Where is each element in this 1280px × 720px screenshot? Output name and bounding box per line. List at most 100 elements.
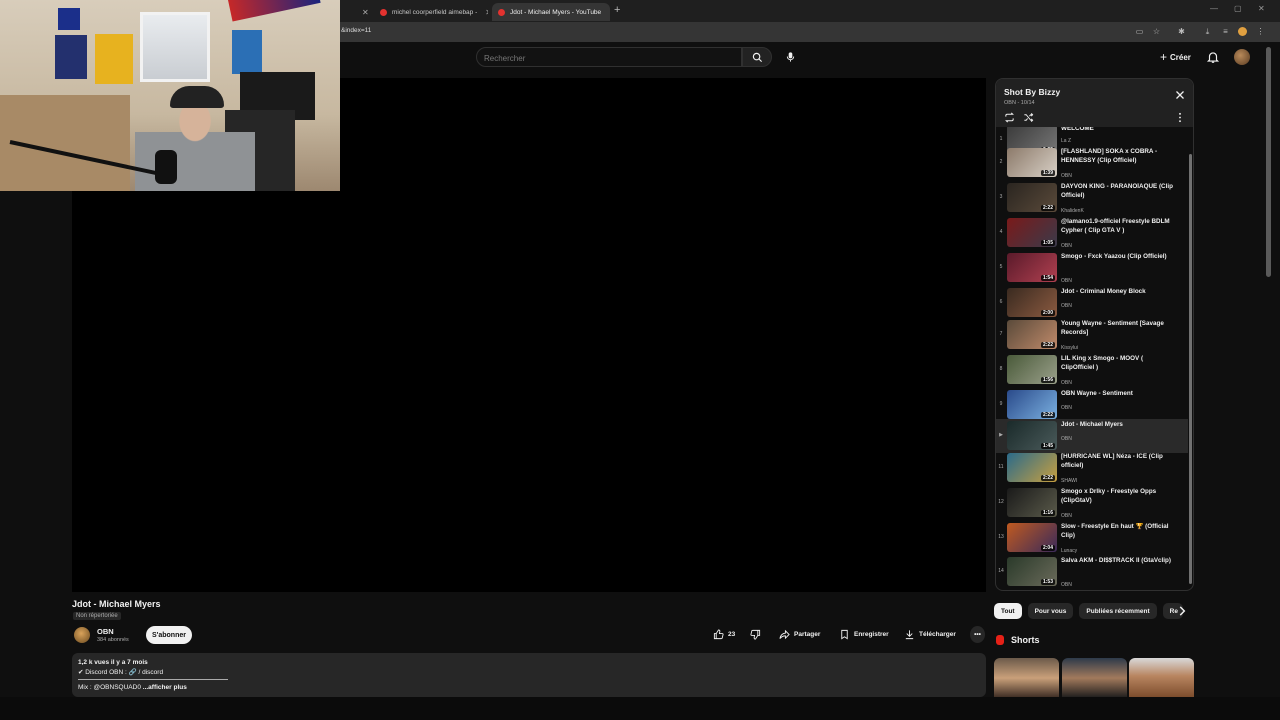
close-tab-icon[interactable]: ✕ (485, 8, 488, 17)
playlist-item-channel: OBN (1061, 436, 1072, 442)
playlist-item-channel: OBN (1061, 303, 1072, 309)
duration-badge: 2:22 (1040, 342, 1055, 348)
download-icon[interactable]: ⤓ (1203, 27, 1212, 36)
playlist-item[interactable]: 12 1:16 Smogo x Drlky - Freestyle Opps (Cl… (996, 486, 1188, 520)
playlist-item-thumbnail[interactable]: 2:04 (1007, 523, 1057, 552)
playlist-menu-icon[interactable] (1177, 112, 1183, 123)
playlist-item[interactable]: 11 2:22 [HURRICANE WL] Néza - ICE (Clip of… (996, 451, 1188, 485)
new-tab-icon[interactable]: + (614, 4, 620, 16)
playlist-item-index: 4 (999, 229, 1003, 235)
bookmark-star-icon[interactable]: ☆ (1152, 27, 1161, 36)
shorts-title: Shorts (1011, 635, 1040, 645)
thumbs-up-icon (713, 629, 724, 640)
playlist-scrollbar[interactable] (1189, 154, 1192, 584)
playlist-item-title: Young Wayne - Sentiment [Savage Records] (1061, 320, 1164, 336)
playlist-item-thumbnail[interactable]: 2:22 (1007, 183, 1057, 212)
playlist-item[interactable]: 14 1:53 Salva AKM - DI$$TRACK II (GtaVclip… (996, 555, 1188, 589)
playlist-item-index: 9 (999, 401, 1003, 407)
search-input[interactable] (477, 49, 741, 68)
playlist-item-title: Jdot - Michael Myers (1061, 421, 1123, 428)
close-tab-icon[interactable]: ✕ (609, 8, 610, 17)
playlist-item-thumbnail[interactable]: 1:54 (1007, 253, 1057, 282)
share-label: Partager (794, 631, 821, 638)
notifications-bell-icon[interactable] (1206, 50, 1220, 64)
short-thumbnail[interactable] (1062, 658, 1127, 698)
description-box[interactable]: 1,2 k vues il y a 7 mois ✔ Discord OBN :… (72, 653, 986, 697)
playlist-item-index: 3 (999, 194, 1003, 200)
playlist-item-thumbnail[interactable]: 1:45 (1007, 421, 1057, 450)
playlist-item-title: Slow - Freestyle En haut 🏆 (Official Cli… (1061, 523, 1169, 539)
create-button[interactable]: + Créer (1154, 48, 1197, 66)
share-icon (779, 629, 790, 640)
save-button[interactable]: Enregistrer (839, 626, 889, 643)
playlist-item-thumbnail[interactable]: 1:56 (1007, 355, 1057, 384)
playlist-item[interactable]: 9 2:22 OBN Wayne - Sentiment OBN (996, 388, 1188, 422)
dislike-button[interactable] (750, 626, 765, 643)
playlist-item[interactable]: 2 1:39 [FLASHLAND] SOKA x COBRA - HENNESSY… (996, 146, 1188, 180)
search-box (476, 47, 742, 68)
playlist-item[interactable]: 5 1:54 Smogo - Fxck Yaazou (Clip Officiel)… (996, 251, 1188, 285)
loop-icon[interactable] (1004, 112, 1015, 123)
playlist-item-thumbnail[interactable]: 1:53 (1007, 557, 1057, 586)
filter-chip[interactable]: Tout (994, 603, 1022, 619)
playlist-item-thumbnail[interactable]: 1:16 (1007, 488, 1057, 517)
playlist-item[interactable]: 8 1:56 LIL King x Smogo - MOOV ( ClipOffic… (996, 353, 1188, 387)
playlist-item-channel: Kissylui (1061, 345, 1078, 351)
url-text[interactable]: &index=11 (341, 27, 371, 34)
playlist-item-thumbnail[interactable]: 1:05 (1007, 218, 1057, 247)
show-more-link[interactable]: ...afficher plus (143, 684, 187, 691)
chevron-right-icon[interactable] (1175, 604, 1189, 618)
browser-tab-video[interactable]: Jdot - Michael Myers - YouTube ✕ (492, 3, 610, 21)
subscribe-button[interactable]: S'abonner (146, 626, 192, 644)
duration-badge: 2:00 (1040, 310, 1055, 316)
like-button[interactable]: 23 (713, 626, 735, 643)
account-avatar[interactable] (1234, 49, 1250, 65)
more-actions-button[interactable]: ••• (970, 626, 985, 643)
profile-icon[interactable] (1238, 27, 1247, 36)
download-button[interactable]: Télécharger (904, 626, 956, 643)
playlist-item[interactable]: 4 1:05 @lamano1.9-officiel Freestyle BDLM … (996, 216, 1188, 250)
filter-chip[interactable]: Pour vous (1027, 603, 1074, 619)
playlist-item-thumbnail[interactable]: 2:22 (1007, 320, 1057, 349)
share-button[interactable]: Partager (779, 626, 820, 643)
playlist-item[interactable]: 6 2:00 Jdot - Criminal Money Block OBN (996, 286, 1188, 320)
playlist-item-thumbnail[interactable]: 2:00 (1007, 288, 1057, 317)
short-thumbnail[interactable] (1129, 658, 1194, 698)
playlist-title[interactable]: Shot By Bizzy (1004, 87, 1060, 97)
browser-tab-search[interactable]: michel coorperfield aimebap - ✕ (374, 3, 488, 21)
close-window-icon[interactable]: ✕ (1258, 4, 1265, 13)
subscriber-count: 384 abonnés (97, 637, 129, 643)
voice-search-button[interactable] (779, 46, 801, 68)
page-scrollbar[interactable] (1266, 47, 1271, 277)
playlist-item-thumbnail[interactable]: 2:22 (1007, 390, 1057, 419)
playlist-item[interactable]: 7 2:22 Young Wayne - Sentiment [Savage Rec… (996, 318, 1188, 352)
shuffle-icon[interactable] (1023, 112, 1034, 123)
browser-menu-icon[interactable]: ⋮ (1256, 27, 1265, 36)
screen: { "browser": { "tabs": [ {"label": "mich… (0, 0, 1280, 720)
playlist-item[interactable]: 3 2:22 DAYVON KING - PARANOÏAQUE (Clip Off… (996, 181, 1188, 215)
channel-name[interactable]: OBN (97, 627, 114, 636)
filter-chip[interactable]: Publiées récemment (1079, 603, 1157, 619)
playlist-item-index: 8 (999, 366, 1003, 372)
minimize-icon[interactable]: — (1210, 4, 1218, 13)
close-playlist-icon[interactable] (1174, 89, 1186, 101)
playlist-item-title: Salva AKM - DI$$TRACK II (GtaVclip) (1061, 557, 1171, 564)
search-icon (752, 52, 762, 62)
search-button[interactable] (742, 47, 772, 67)
tab-close-icon[interactable]: ✕ (362, 3, 370, 21)
playlist-item-thumbnail[interactable]: 2:22 (1007, 453, 1057, 482)
duration-badge: 2:22 (1040, 412, 1055, 418)
short-thumbnail[interactable] (994, 658, 1059, 698)
cast-icon[interactable]: ▭ (1135, 27, 1144, 36)
playlist-item-thumbnail[interactable]: 1:39 (1007, 148, 1057, 177)
playlist-item-channel: OBN (1061, 173, 1072, 179)
playlist-item[interactable]: ▶ 1:45 Jdot - Michael Myers OBN (996, 419, 1188, 453)
playlist-item-title: DAYVON KING - PARANOÏAQUE (Clip Officiel… (1061, 183, 1173, 199)
download-label: Télécharger (919, 631, 956, 638)
media-control-icon[interactable]: ≡ (1221, 27, 1230, 36)
extensions-icon[interactable]: ✱ (1177, 27, 1186, 36)
playlist-item[interactable]: 13 2:04 Slow - Freestyle En haut 🏆 (Offici… (996, 521, 1188, 555)
channel-avatar[interactable] (74, 627, 90, 643)
maximize-icon[interactable]: ▢ (1234, 4, 1242, 13)
shorts-header: Shorts (996, 635, 1040, 645)
